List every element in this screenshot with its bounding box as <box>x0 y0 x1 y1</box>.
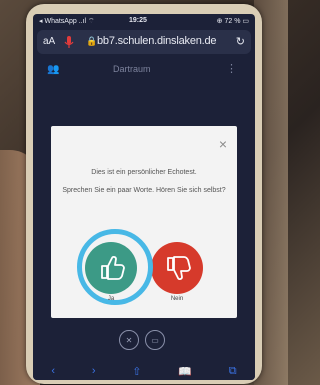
lock-icon: 🔒 <box>86 36 98 46</box>
microphone-icon[interactable] <box>63 35 75 49</box>
share-icon[interactable]: ⇧ <box>132 365 141 378</box>
url-text[interactable]: bb7.schulen.dinslaken.de <box>97 35 217 47</box>
status-bar: ◂ WhatsApp ..ıl ⌔ 19:25 ⊕ 72 % ▭ <box>33 14 255 28</box>
dialog-message-2: Sprechen Sie ein paar Worte. Hören Sie s… <box>62 187 226 194</box>
camera-icon[interactable]: ▭ <box>145 330 165 350</box>
address-bar[interactable]: aA 🔒 bb7.schulen.dinslaken.de ↻ <box>37 30 251 54</box>
dialog-message-1: Dies ist ein persönlicher Echotest. <box>91 169 197 176</box>
bookmarks-icon[interactable]: 📖 <box>178 365 192 378</box>
highlight-circle <box>77 229 153 305</box>
media-controls: ✕ ▭ <box>119 330 165 350</box>
participants-icon[interactable]: 👥 <box>47 64 59 75</box>
more-icon[interactable]: ⋮ <box>226 62 237 75</box>
reader-mode-button[interactable]: aA <box>43 36 55 47</box>
reload-icon[interactable]: ↻ <box>236 35 245 48</box>
status-right: ⊕ 72 % ▭ <box>216 18 249 25</box>
page-header: 👥 Dartraum ⋮ <box>33 58 255 82</box>
no-button[interactable] <box>151 242 203 294</box>
echo-test-dialog: × Dies ist ein persönlicher Echotest. Sp… <box>51 126 237 318</box>
forward-icon[interactable]: › <box>92 365 96 377</box>
close-icon[interactable]: × <box>219 136 227 152</box>
no-label: Nein <box>170 296 184 302</box>
back-icon[interactable]: ‹ <box>51 365 55 377</box>
browser-toolbar: ‹ › ⇧ 📖 ⧉ <box>33 362 255 380</box>
yes-label: Ja <box>107 296 115 302</box>
tabs-icon[interactable]: ⧉ <box>229 365 237 378</box>
thumbs-down-icon <box>167 256 191 280</box>
status-time: 19:25 <box>129 17 147 24</box>
phone-screen: ◂ WhatsApp ..ıl ⌔ 19:25 ⊕ 72 % ▭ aA 🔒 bb… <box>33 14 255 380</box>
status-left: ◂ WhatsApp ..ıl ⌔ <box>39 18 95 25</box>
page-title: Dartraum <box>113 64 151 74</box>
mute-icon[interactable]: ✕ <box>119 330 139 350</box>
